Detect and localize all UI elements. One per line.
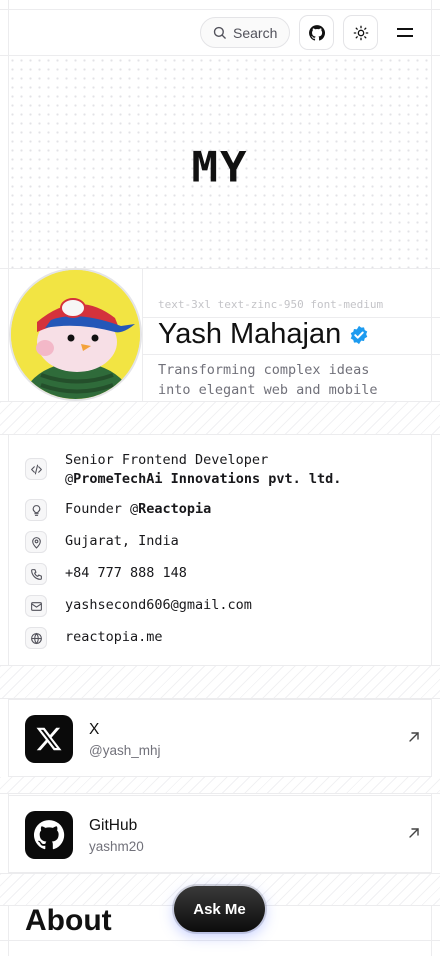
github-icon (308, 24, 325, 41)
info-row-phone: +84 777 888 148 (25, 562, 187, 586)
external-link-arrow-icon (409, 828, 419, 838)
banner-title: MY (191, 143, 249, 192)
info-row-email: yashsecond606@gmail.com (25, 594, 252, 618)
founder-prefix: Founder @ (65, 501, 139, 517)
social-title: X (89, 721, 100, 738)
x-logo-icon (25, 715, 73, 763)
location-text: Gujarat, India (65, 533, 179, 549)
job-company-link[interactable]: PromeTechAi Innovations pvt. ltd. (73, 471, 341, 487)
profile-name-row: Yash Mahajan (158, 318, 369, 351)
social-title: GitHub (89, 817, 138, 834)
social-card-github[interactable]: GitHub yashm20 (8, 795, 432, 873)
profile-caption: text-3xl text-zinc-950 font-medium (158, 298, 384, 311)
mail-icon (25, 595, 47, 617)
section-separator (0, 401, 440, 435)
founder-text: Founder @Reactopia (65, 500, 211, 519)
menu-button[interactable] (390, 20, 420, 46)
sun-icon (353, 25, 368, 40)
divider (0, 940, 440, 941)
profile-divider (142, 268, 143, 401)
divider (142, 354, 440, 355)
avatar-penguin-image (11, 270, 140, 399)
code-icon (25, 458, 47, 480)
avatar (9, 268, 142, 401)
social-card-x[interactable]: X @yash_mhj (8, 699, 432, 777)
email-link[interactable]: yashsecond606@gmail.com (65, 596, 252, 615)
search-label: Search (233, 24, 278, 41)
website-link[interactable]: reactopia.me (65, 628, 163, 647)
ask-me-button[interactable]: Ask Me (174, 886, 265, 932)
map-pin-icon (25, 531, 47, 553)
github-button[interactable] (299, 15, 334, 50)
github-logo-icon (25, 811, 73, 859)
banner: MY (8, 56, 432, 268)
lightbulb-icon (25, 499, 47, 521)
verified-badge-icon (351, 325, 368, 344)
external-link-arrow-icon (409, 732, 419, 742)
info-row-location: Gujarat, India (25, 530, 179, 554)
theme-toggle-button[interactable] (343, 15, 378, 50)
job-role: Senior Frontend Developer (65, 452, 269, 468)
social-handle: yashm20 (89, 839, 144, 854)
search-button[interactable]: Search (200, 17, 290, 48)
menu-icon (397, 28, 413, 37)
info-row-founder: Founder @Reactopia (25, 498, 211, 522)
top-nav: Search (0, 10, 440, 56)
section-separator (0, 665, 440, 699)
at-sign: @ (65, 471, 74, 487)
search-icon (213, 26, 226, 39)
about-heading: About (25, 904, 112, 937)
info-row-job: Senior Frontend Developer @PromeTechAi I… (25, 452, 341, 487)
social-handle: @yash_mhj (89, 743, 161, 758)
profile-name: Yash Mahajan (158, 318, 342, 350)
globe-icon (25, 627, 47, 649)
founder-link[interactable]: Reactopia (138, 501, 211, 517)
job-company-row: @PromeTechAi Innovations pvt. ltd. (65, 470, 341, 489)
phone-icon (25, 563, 47, 585)
section-separator (0, 777, 440, 794)
job-title: Senior Frontend Developer @PromeTechAi I… (65, 451, 341, 489)
phone-link[interactable]: +84 777 888 148 (65, 564, 187, 583)
info-row-website: reactopia.me (25, 626, 163, 650)
